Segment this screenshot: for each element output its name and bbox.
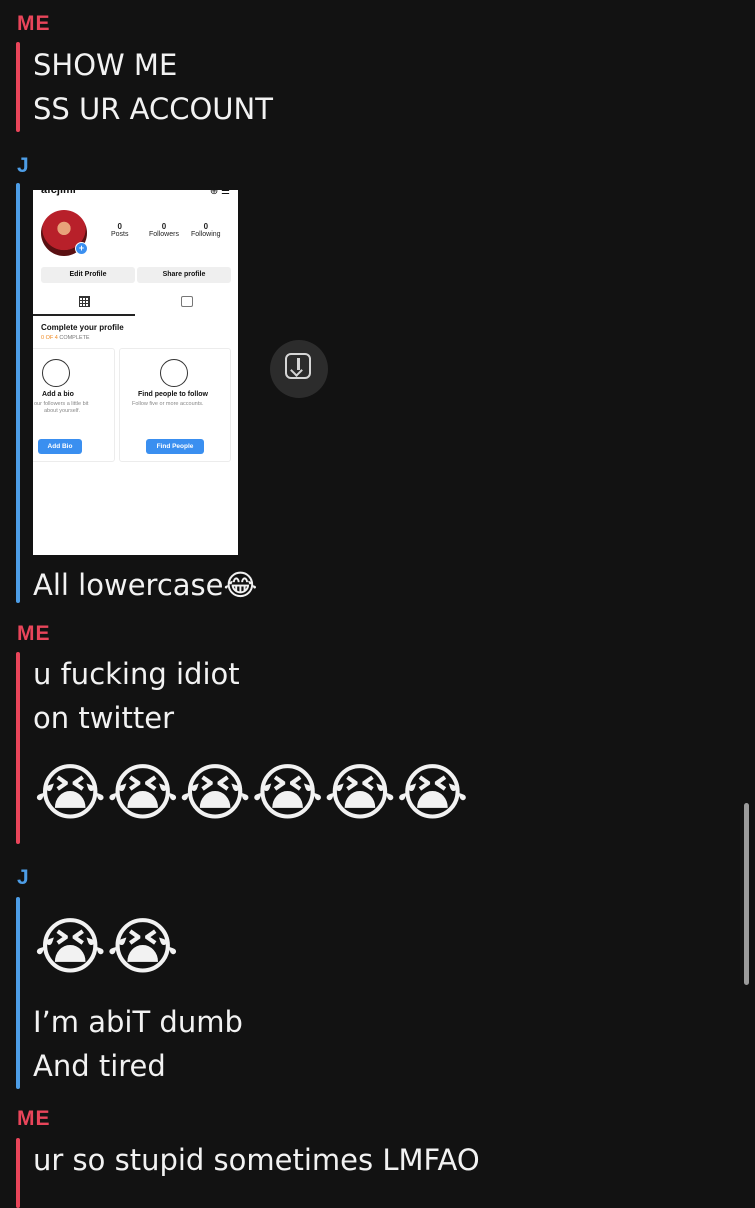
message-bar-j: [16, 183, 20, 603]
find-people-button: Find People: [146, 439, 204, 454]
message-text: SS UR ACCOUNT: [33, 92, 273, 126]
tab-indicator: [33, 314, 135, 316]
message-text: SHOW ME: [33, 48, 178, 82]
speech-bubble-icon: [42, 359, 70, 387]
tagged-icon: [181, 296, 193, 307]
stat-following: 0 Following: [191, 222, 221, 238]
sender-label-me: ME: [17, 1107, 51, 1130]
sender-label-j: J: [17, 866, 30, 889]
sender-label-j: J: [17, 154, 30, 177]
message-text: ur so stupid sometimes LMFAO: [33, 1143, 480, 1177]
menu-icon: ⊕ ☰: [209, 190, 230, 197]
message-text: All lowercase😂: [33, 568, 258, 602]
sender-label-me: ME: [17, 622, 51, 645]
profile-handle: afcjimi: [41, 190, 76, 196]
sender-label-me: ME: [17, 12, 51, 35]
add-bio-button: Add Bio: [38, 439, 82, 454]
grid-icon: [79, 296, 90, 307]
scrollbar[interactable]: [744, 803, 749, 985]
emoji-message: 😭😭: [34, 910, 179, 983]
message-bar-me: [16, 652, 20, 844]
stat-followers: 0 Followers: [149, 222, 179, 238]
shared-screenshot-image[interactable]: afcjimi ⊕ ☰ + 0 Posts 0 Followers 0 Followi…: [33, 190, 238, 555]
stat-posts: 0 Posts: [111, 222, 129, 238]
complete-profile-progress: 0 OF 4 COMPLETE: [41, 335, 90, 341]
find-people-card: Find people to follow Follow five or mor…: [119, 348, 231, 462]
emoji-message: 😭😭😭😭😭😭: [34, 756, 469, 829]
share-profile-button: Share profile: [137, 267, 231, 283]
edit-profile-button: Edit Profile: [41, 267, 135, 283]
message-bar-me: [16, 42, 20, 132]
complete-profile-title: Complete your profile: [41, 323, 124, 332]
message-text: on twitter: [33, 701, 174, 735]
add-bio-card: Add a bio our followers a little bit abou…: [33, 348, 115, 462]
people-icon: [160, 359, 188, 387]
message-text: I’m abiT dumb: [33, 1005, 243, 1039]
message-bar-me: [16, 1138, 20, 1208]
message-bar-j: [16, 897, 20, 1089]
add-story-icon: +: [75, 242, 88, 255]
message-text: And tired: [33, 1049, 166, 1083]
message-text: u fucking idiot: [33, 657, 240, 691]
